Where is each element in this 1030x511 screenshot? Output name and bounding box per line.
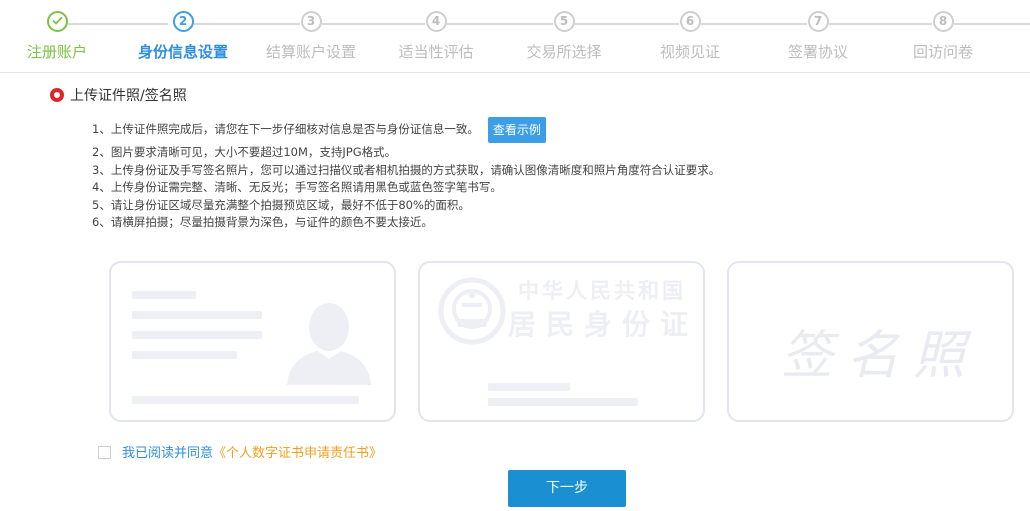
placeholder-line: [132, 291, 196, 299]
signature-photo-upload[interactable]: 签名照: [727, 261, 1014, 422]
step-circle: 8: [932, 11, 954, 32]
check-icon: [51, 16, 63, 25]
instruction-text: 1、上传证件照完成后，请您在下一步仔细核对信息是否与身份证信息一致。: [92, 122, 479, 137]
view-example-button[interactable]: 查看示例: [487, 117, 546, 143]
step-settlement-account[interactable]: 3 结算账户设置: [248, 11, 374, 62]
step-circle: 4: [425, 11, 447, 32]
agree-text: 我已阅读并同意: [122, 446, 214, 461]
placeholder-line: [132, 351, 237, 359]
agreement-link[interactable]: 《个人数字证书申请责任书》: [213, 442, 382, 461]
step-circle: 5: [553, 11, 575, 32]
step-label: 回访问卷: [912, 43, 973, 61]
placeholder-line: [132, 331, 262, 339]
placeholder-line: [488, 383, 570, 391]
step-return-survey[interactable]: 8 回访问卷: [880, 11, 1006, 62]
instruction-item: 1、上传证件照完成后，请您在下一步仔细核对信息是否与身份证信息一致。 查看示例: [92, 116, 720, 144]
watermark-country: 中华人民共和国: [518, 278, 686, 303]
id-card-back-upload[interactable]: 中华人民共和国 居民身份证: [418, 261, 705, 422]
watermark-id-card: 居民身份证: [508, 308, 699, 341]
step-label: 身份信息设置: [137, 43, 228, 61]
instruction-item: 6、请横屏拍摄；尽量拍摄背景为深色，与证件的颜色不要太接近。: [92, 215, 433, 229]
step-circle: 2: [172, 11, 194, 32]
step-suitability[interactable]: 4 适当性评估: [373, 11, 499, 62]
step-exchange-select[interactable]: 5 交易所选择: [501, 11, 627, 62]
radio-dot-icon: [50, 88, 64, 102]
instruction-item: 4、上传身份证需完整、清晰、无反光；手写签名照请用黑色或蓝色签字笔书写。: [92, 180, 502, 194]
step-label: 适当性评估: [398, 43, 474, 61]
placeholder-line: [132, 396, 359, 404]
step-label: 签署协议: [787, 43, 848, 61]
step-circle: 3: [300, 11, 322, 32]
step-sign-agreement[interactable]: 7 签署协议: [755, 11, 881, 62]
step-circle: 7: [807, 11, 829, 32]
section-title-text: 上传证件照/签名照: [70, 88, 187, 104]
id-card-front-upload[interactable]: [109, 261, 396, 422]
agree-checkbox[interactable]: [98, 446, 111, 459]
watermark-signature: 签名照: [781, 326, 980, 386]
step-label: 注册账户: [26, 43, 87, 61]
instruction-item: 5、请让身份证区域尽量充满整个拍摄预览区域，最好不低于80%的面积。: [92, 197, 470, 212]
instruction-item: 3、上传身份证及手写签名照片，您可以通过扫描仪或者相机拍摄的方式获取，请确认图像…: [92, 162, 721, 177]
step-identity-info[interactable]: 2 身份信息设置: [120, 11, 246, 62]
step-circle: 6: [679, 11, 701, 32]
step-video-witness[interactable]: 6 视频见证: [627, 11, 753, 62]
placeholder-line: [488, 398, 638, 406]
progress-stepper: 注册账户 2 身份信息设置 3 结算账户设置 4 适当性评估 5 交易所选择 6…: [0, 0, 1030, 73]
portrait-icon: [287, 303, 371, 385]
agreement-row: 我已阅读并同意 《个人数字证书申请责任书》: [98, 442, 382, 461]
step-label: 视频见证: [659, 43, 720, 61]
next-step-button[interactable]: 下一步: [508, 470, 626, 507]
step-circle: [46, 11, 68, 32]
instructions-list: 1、上传证件照完成后，请您在下一步仔细核对信息是否与身份证信息一致。 查看示例 …: [92, 116, 720, 232]
step-register-account[interactable]: 注册账户: [0, 11, 120, 62]
instruction-item: 2、图片要求清晰可见，大小不要超过10M，支持JPG格式。: [92, 145, 397, 159]
national-emblem-icon: [438, 277, 506, 345]
placeholder-line: [132, 311, 262, 319]
step-label: 交易所选择: [526, 43, 602, 61]
section-title: 上传证件照/签名照: [50, 85, 187, 105]
step-label: 结算账户设置: [265, 43, 356, 61]
